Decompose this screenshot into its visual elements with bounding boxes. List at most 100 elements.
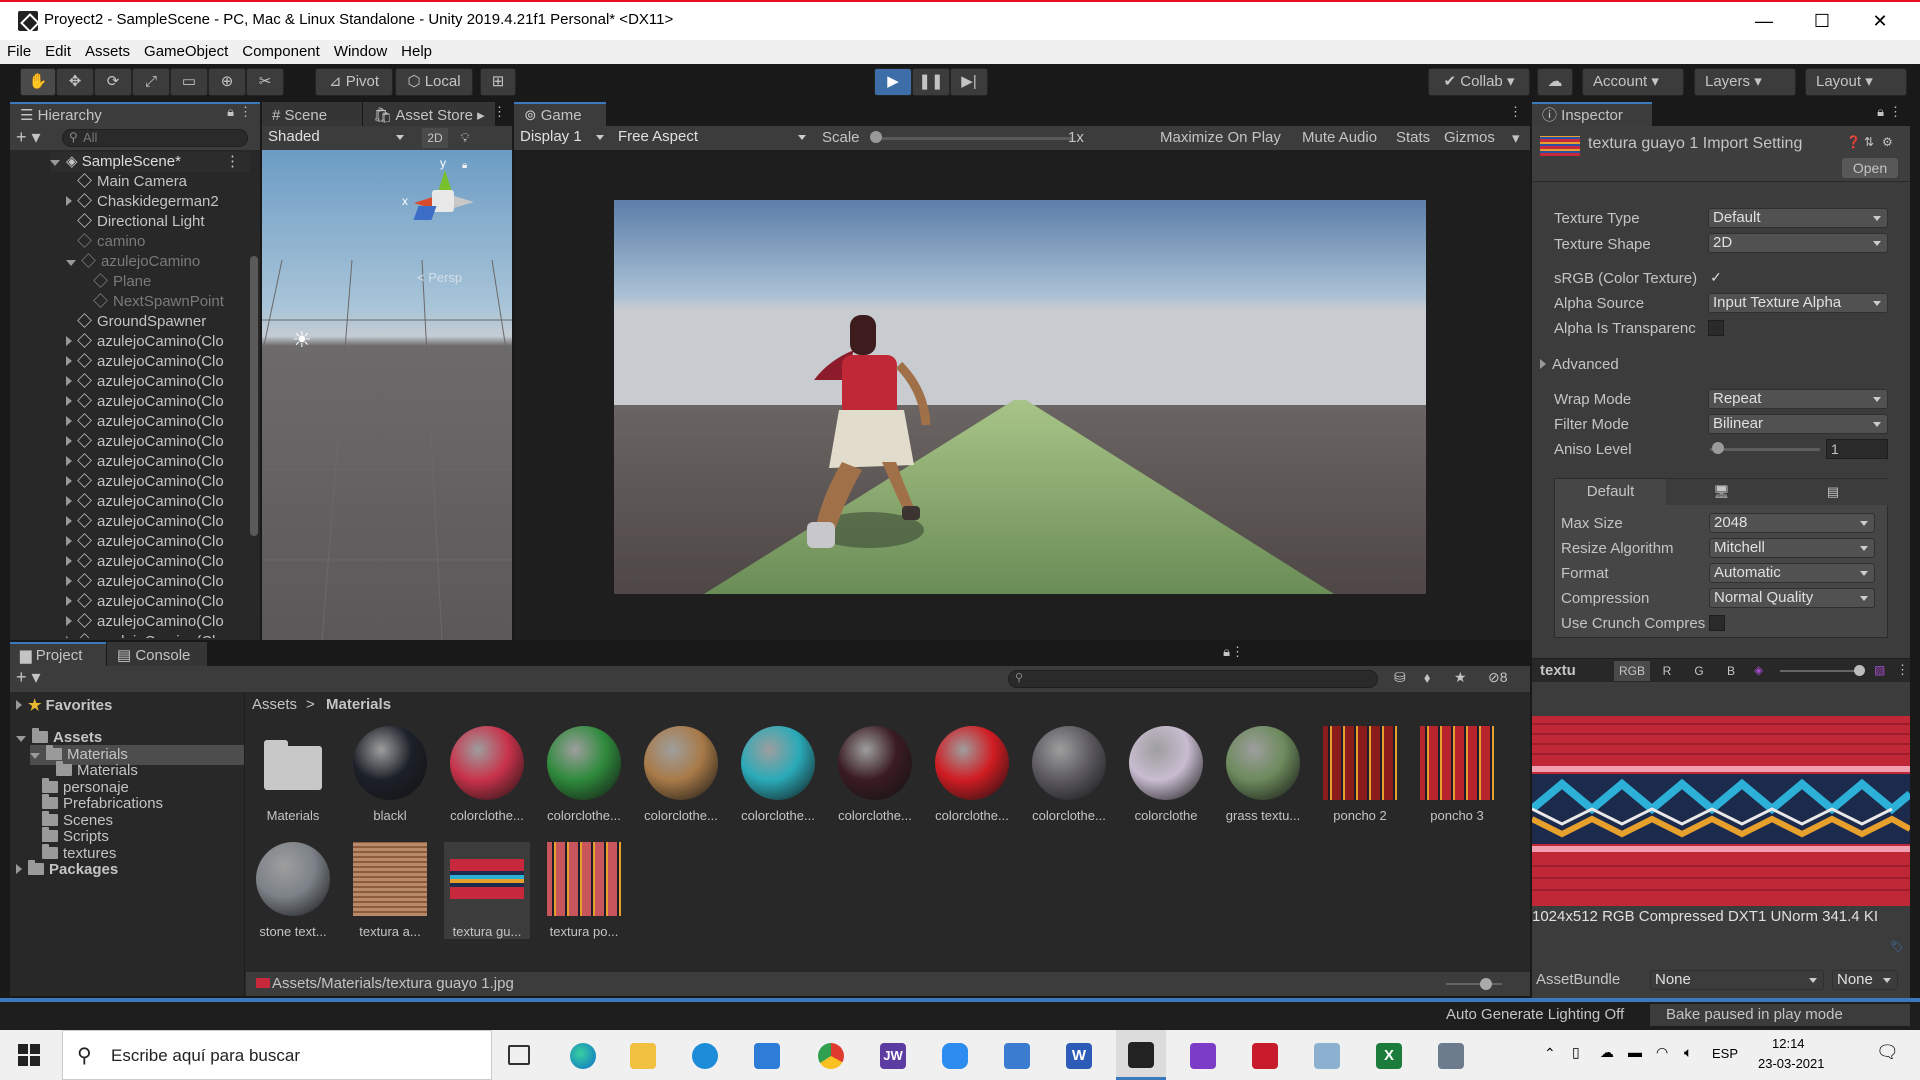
scene-orientation-gizmo[interactable]: y x (402, 156, 484, 246)
asset-item[interactable]: colorclothe... (541, 726, 627, 823)
cloud-icon[interactable]: ☁ (1537, 68, 1573, 96)
project-lock-icon[interactable]: 🔒︎ (1223, 644, 1230, 660)
advanced-foldout[interactable]: Advanced (1540, 356, 1619, 373)
app-icon-refresh[interactable] (754, 1043, 780, 1069)
layers-dropdown[interactable]: Layers ▾ (1694, 68, 1796, 96)
asset-item[interactable]: stone text... (250, 842, 336, 939)
expand-arrow-icon[interactable] (66, 556, 72, 566)
platform-tab-default[interactable]: Default (1555, 479, 1666, 505)
alpha-source-dropdown[interactable]: Input Texture Alpha (1708, 293, 1888, 313)
grid-snap-icon[interactable]: ⊞ (480, 68, 516, 96)
hierarchy-item[interactable]: azulejoCamino(Clo (66, 452, 224, 472)
texture-type-dropdown[interactable]: Default (1708, 208, 1888, 228)
hierarchy-item[interactable]: azulejoCamino(Clo (66, 512, 224, 532)
add-object-icon[interactable]: + ▾ (16, 126, 41, 148)
transform-tool-icon[interactable]: ⊕ (208, 68, 246, 96)
asset-item[interactable]: colorclothe... (832, 726, 918, 823)
account-dropdown[interactable]: Account ▾ (1582, 68, 1684, 96)
move-tool-icon[interactable]: ✥ (56, 68, 94, 96)
scene-root-row[interactable]: ◈ SampleScene* ⋮ (50, 152, 250, 172)
hierarchy-item[interactable]: azulejoCamino(Clo (66, 592, 224, 612)
favorites-row[interactable]: ★ Favorites (16, 696, 112, 716)
expand-arrow-icon[interactable] (66, 260, 76, 266)
settings-gear-icon[interactable]: ⚙ (1882, 135, 1893, 149)
platform-tab-standalone-icon[interactable]: 🖥︎ (1666, 479, 1777, 505)
hierarchy-item[interactable]: Directional Light (66, 212, 205, 232)
channel-b-button[interactable]: B (1716, 661, 1746, 681)
hierarchy-item[interactable]: Plane (82, 272, 151, 292)
asset-item[interactable]: colorclothe... (929, 726, 1015, 823)
wrap-mode-dropdown[interactable]: Repeat (1708, 389, 1888, 409)
app-icon-misc[interactable] (1438, 1043, 1464, 1069)
favorite-star-icon[interactable]: ★ (1454, 669, 1467, 686)
jw-app-icon[interactable]: JW (880, 1043, 906, 1069)
expand-arrow-icon[interactable] (30, 752, 40, 759)
more-menu-icon[interactable]: ⋮ (239, 104, 252, 120)
preset-icon[interactable]: ⇅ (1864, 135, 1874, 149)
tab-console[interactable]: ▤ Console (107, 642, 207, 666)
assetbundle-dropdown[interactable]: None (1650, 970, 1824, 990)
tray-chevron-icon[interactable]: ⌃ (1544, 1045, 1556, 1062)
tray-date[interactable]: 23-03-2021 (1758, 1056, 1825, 1071)
task-view-icon[interactable] (508, 1045, 530, 1065)
edge-browser-icon[interactable] (570, 1043, 596, 1069)
hierarchy-item[interactable]: azulejoCamino(Clo (66, 632, 224, 638)
tab-game[interactable]: ⊚ Game (514, 102, 606, 126)
aniso-slider[interactable] (1710, 448, 1820, 451)
crunch-compression-checkbox[interactable] (1709, 615, 1725, 631)
expand-arrow-icon[interactable] (66, 436, 72, 446)
hierarchy-item[interactable]: azulejoCamino(Clo (66, 432, 224, 452)
gizmo-lock-icon[interactable]: 🔒︎ (462, 160, 467, 171)
tab-hierarchy[interactable]: ☰ Hierarchy (10, 102, 260, 126)
hierarchy-item[interactable]: Chaskidegerman2 (66, 192, 219, 212)
menu-gameobject[interactable]: GameObject (137, 40, 235, 64)
hierarchy-item[interactable]: azulejoCamino(Clo (66, 372, 224, 392)
tray-cloud-icon[interactable]: ☁ (1600, 1044, 1614, 1061)
scale-slider[interactable] (872, 137, 1072, 140)
asset-item[interactable]: colorclothe (1123, 726, 1209, 823)
channel-g-button[interactable]: G (1684, 661, 1714, 681)
mip-slider-thumb[interactable] (1854, 665, 1865, 676)
file-explorer-icon[interactable] (630, 1043, 656, 1069)
tab-asset-store[interactable]: 🛍︎ Asset Store ▸ (363, 102, 495, 126)
expand-arrow-icon[interactable] (66, 336, 72, 346)
close-button[interactable]: ✕ (1851, 2, 1909, 40)
pivot-toggle[interactable]: ⊿ Pivot (315, 68, 393, 96)
platform-tab-webgl-icon[interactable]: ▤ (1777, 479, 1889, 505)
mip-slider[interactable] (1780, 670, 1860, 672)
game-render-view[interactable] (614, 200, 1426, 594)
hierarchy-item[interactable]: azulejoCamino(Clo (66, 352, 224, 372)
aspect-dropdown[interactable]: Free Aspect (614, 128, 812, 148)
tab-scene[interactable]: # Scene (262, 102, 362, 126)
mail-icon[interactable] (1004, 1043, 1030, 1069)
maximize-on-play-toggle[interactable]: Maximize On Play (1160, 129, 1281, 146)
bake-status-box[interactable]: Bake paused in play mode (1650, 1004, 1910, 1026)
thumbnail-size-thumb[interactable] (1480, 978, 1492, 990)
expand-arrow-icon[interactable] (66, 356, 72, 366)
toggle-2d-button[interactable]: 2D (422, 128, 448, 148)
hierarchy-item[interactable]: GroundSpawner (66, 312, 206, 332)
compression-dropdown[interactable]: Normal Quality (1709, 588, 1875, 608)
scale-tool-icon[interactable]: ⤢ (132, 68, 170, 96)
unity-taskbar-button[interactable] (1116, 1030, 1166, 1080)
app-icon-blue[interactable] (692, 1043, 718, 1069)
asset-item[interactable]: Materials (250, 726, 336, 823)
srgb-checkbox[interactable]: ✓ (1708, 269, 1724, 285)
menu-edit[interactable]: Edit (38, 40, 78, 64)
inspector-lock-icon[interactable]: 🔒︎ (1877, 104, 1884, 120)
hierarchy-item[interactable]: azulejoCamino(Clo (66, 472, 224, 492)
hierarchy-item[interactable]: azulejoCamino (66, 252, 200, 272)
tray-language[interactable]: ESP (1712, 1046, 1738, 1061)
custom-tool-icon[interactable]: ✂ (246, 68, 284, 96)
texture-shape-dropdown[interactable]: 2D (1708, 233, 1888, 253)
expand-arrow-icon[interactable] (66, 416, 72, 426)
expand-arrow-icon[interactable] (66, 376, 72, 386)
gizmos-toggle[interactable]: Gizmos (1444, 129, 1495, 146)
expand-arrow-icon[interactable] (66, 496, 72, 506)
hierarchy-item[interactable]: azulejoCamino(Clo (66, 552, 224, 572)
tray-time[interactable]: 12:14 (1772, 1036, 1805, 1051)
step-button[interactable]: ▶| (950, 68, 988, 96)
asset-item[interactable]: textura po... (541, 842, 627, 939)
hierarchy-item[interactable]: Main Camera (66, 172, 187, 192)
breadcrumb-assets[interactable]: Assets (252, 696, 297, 713)
